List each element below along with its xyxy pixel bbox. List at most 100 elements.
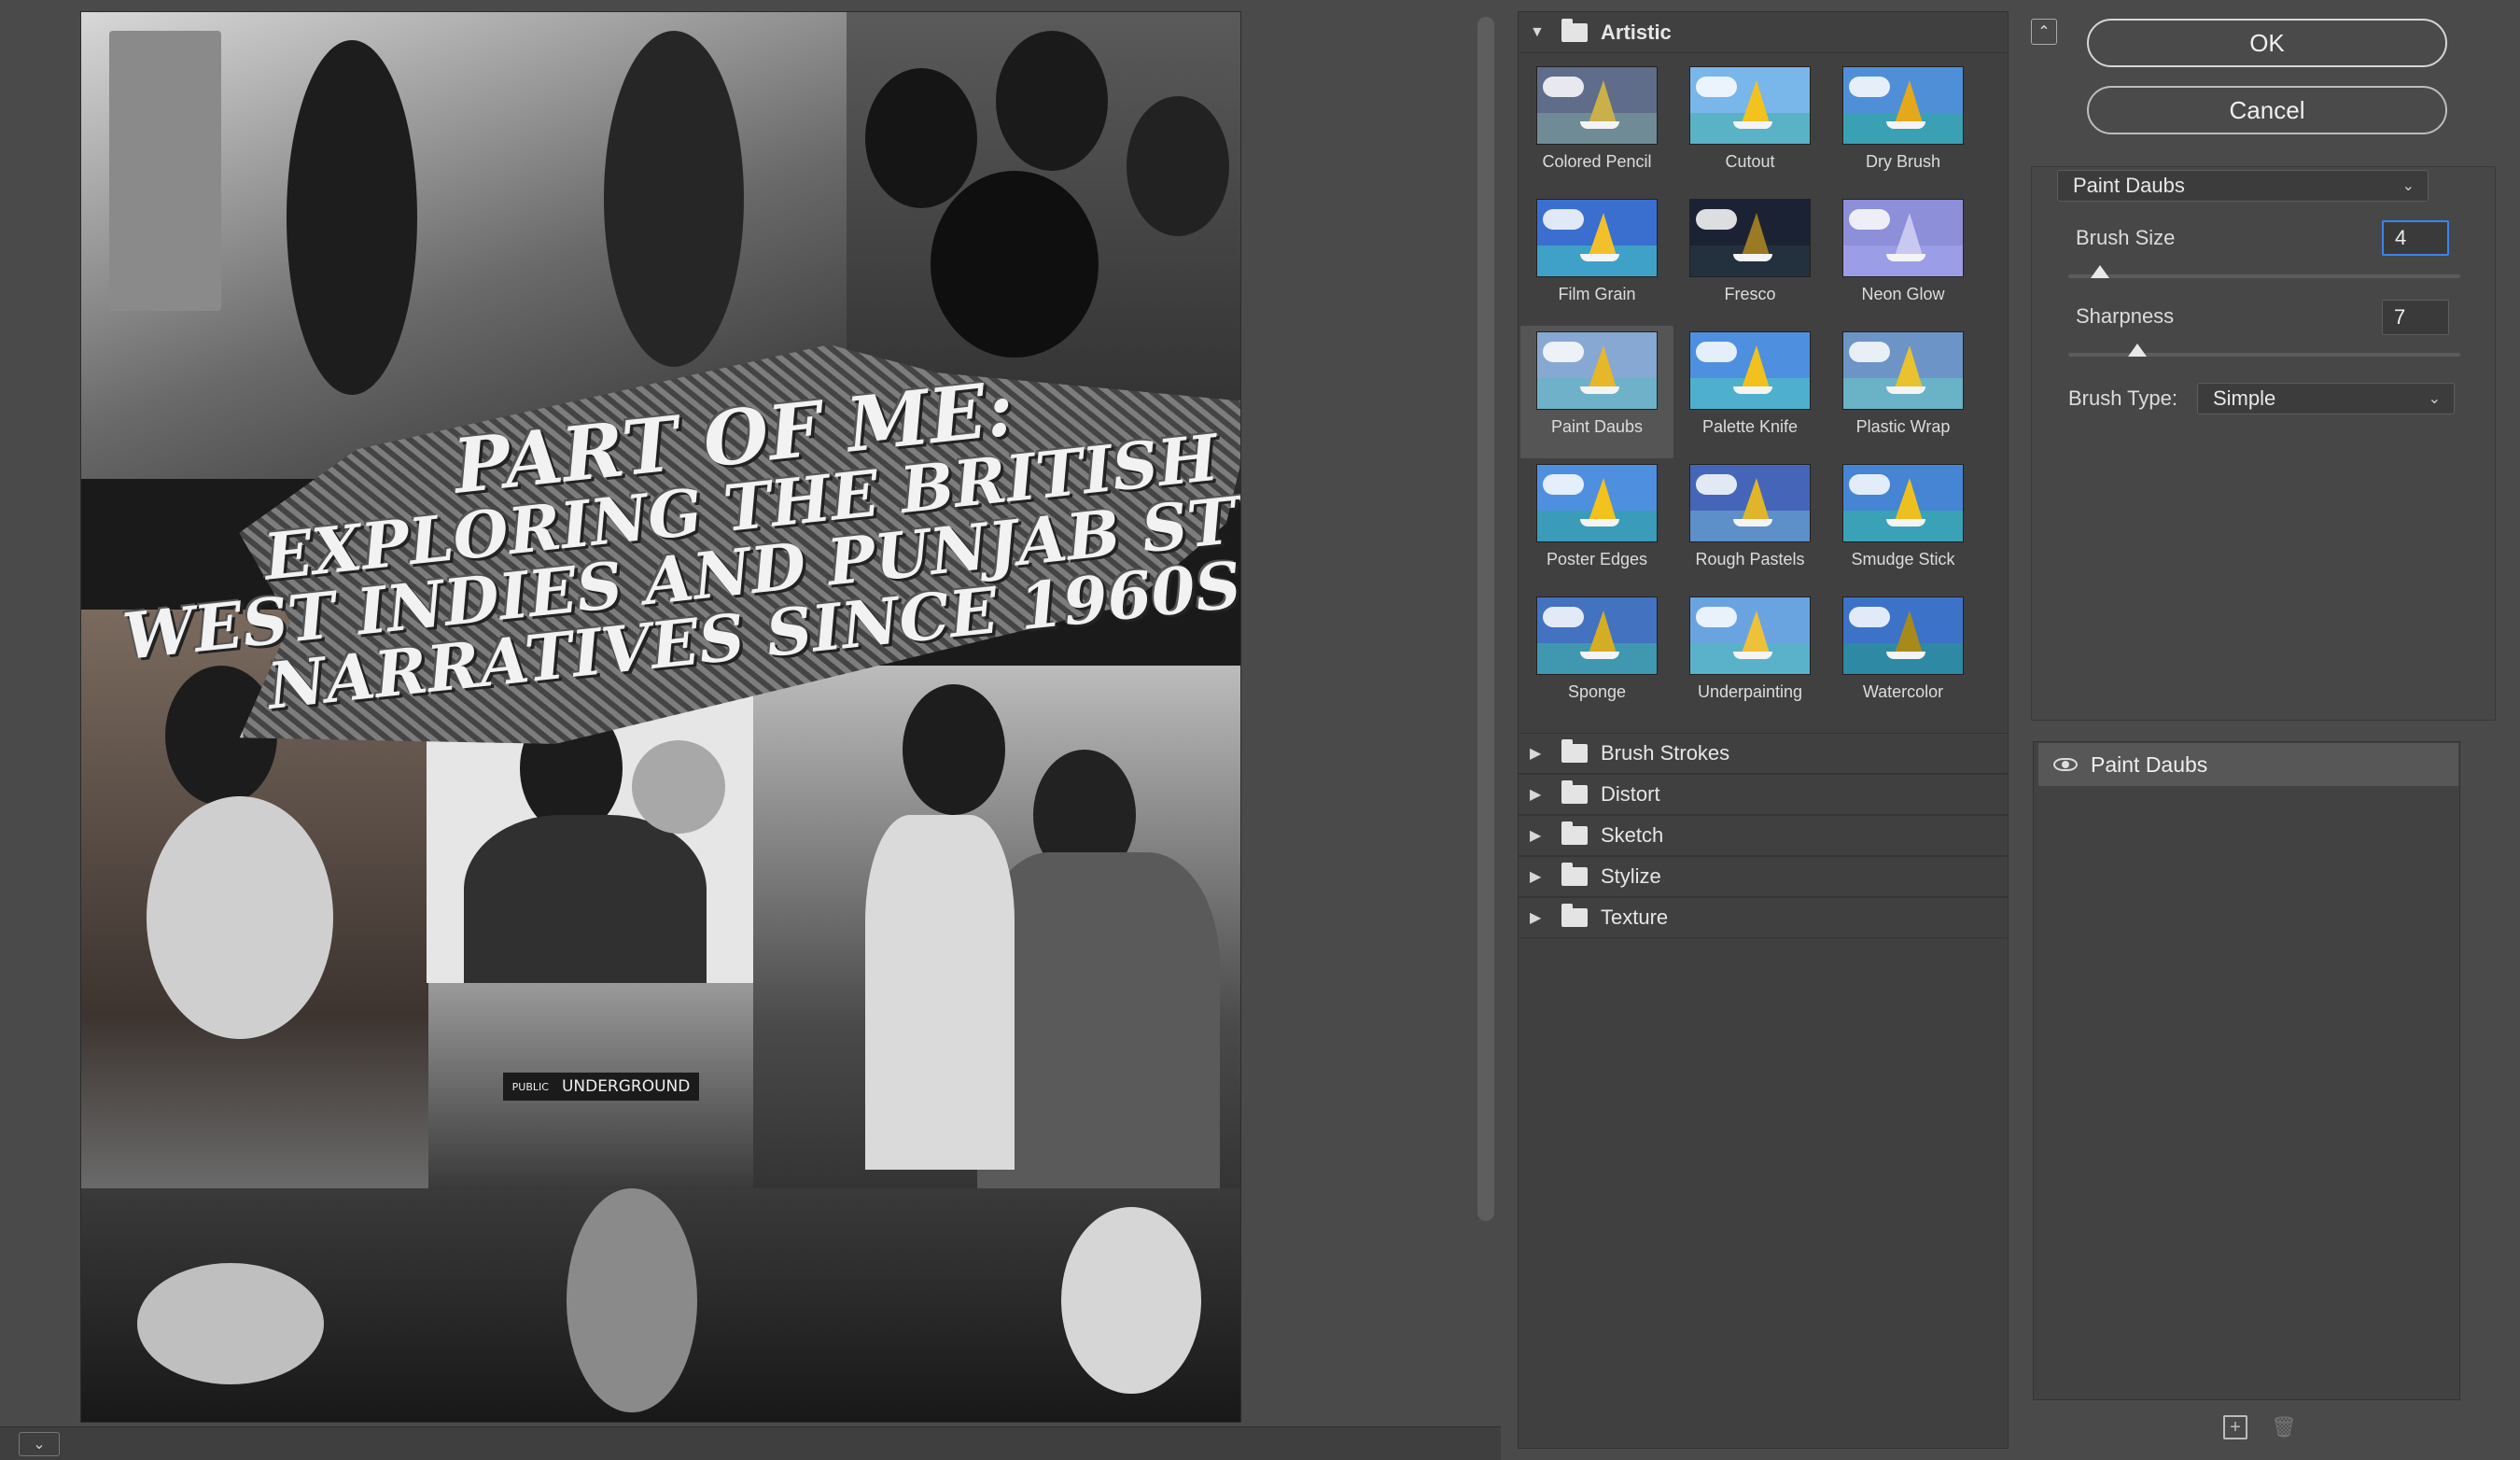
triangle-right-icon: ▶: [1530, 828, 1542, 844]
filter-thumb-neon-glow[interactable]: Neon Glow: [1827, 193, 1980, 326]
filter-gallery: ▼ Artistic Colored Pencil Cutout Dry Brush…: [1518, 11, 2009, 1449]
cancel-button[interactable]: Cancel: [2087, 86, 2447, 134]
filter-preview-image: [1842, 597, 1964, 675]
filter-thumb-colored-pencil[interactable]: Colored Pencil: [1520, 61, 1673, 193]
sharpness-slider-thumb[interactable]: [2127, 344, 2147, 357]
filter-thumb-rough-pastels[interactable]: Rough Pastels: [1673, 458, 1827, 591]
sign-underground: UNDERGROUND: [561, 1077, 691, 1096]
category-label: Stylize: [1601, 864, 1661, 888]
preview-bottom-bar: ⌄: [0, 1426, 1501, 1460]
filter-preview-image: [1536, 199, 1658, 277]
filter-preview-image: [1842, 199, 1964, 277]
brush-type-select[interactable]: Simple ⌄: [2197, 383, 2455, 414]
filter-preview-image: [1536, 597, 1658, 675]
filter-thumb-smudge-stick[interactable]: Smudge Stick: [1827, 458, 1980, 591]
filter-thumb-cutout[interactable]: Cutout: [1673, 61, 1827, 193]
filter-label: Fresco: [1724, 285, 1776, 303]
category-stylize[interactable]: ▶ Stylize: [1519, 856, 2008, 897]
category-label: Distort: [1601, 782, 1660, 806]
category-label: Texture: [1601, 905, 1669, 929]
photo-airport-stairs: [753, 666, 1240, 1263]
filter-thumb-paint-daubs[interactable]: Paint Daubs: [1520, 326, 1673, 458]
effect-layers-panel: [2033, 741, 2460, 1400]
chevron-down-icon: ⌄: [33, 1437, 46, 1453]
category-texture[interactable]: ▶ Texture: [1519, 897, 2008, 938]
filter-preview-image: [1689, 66, 1811, 145]
triangle-right-icon: ▶: [1530, 869, 1542, 885]
effect-layer-row[interactable]: Paint Daubs: [2038, 743, 2458, 786]
filter-label: Plastic Wrap: [1855, 417, 1951, 436]
filter-label: Rough Pastels: [1695, 550, 1805, 569]
filter-label: Colored Pencil: [1542, 152, 1652, 171]
filter-thumb-plastic-wrap[interactable]: Plastic Wrap: [1827, 326, 1980, 458]
filter-thumb-palette-knife[interactable]: Palette Knife: [1673, 326, 1827, 458]
filter-thumb-watercolor[interactable]: Watercolor: [1827, 591, 1980, 723]
filter-preview-image: [1842, 66, 1964, 145]
filter-thumb-fresco[interactable]: Fresco: [1673, 193, 1827, 326]
chevron-up-icon: ⌃: [2037, 24, 2051, 40]
filter-thumb-poster-edges[interactable]: Poster Edges: [1520, 458, 1673, 591]
category-label: Brush Strokes: [1601, 741, 1730, 765]
brush-size-label: Brush Size: [2076, 226, 2176, 249]
brush-type-label: Brush Type:: [2068, 386, 2177, 410]
category-artistic[interactable]: ▼ Artistic: [1519, 12, 2008, 53]
filter-preview-image: [1842, 331, 1964, 410]
category-label: Sketch: [1601, 823, 1664, 847]
triangle-down-icon: ▼: [1530, 23, 1545, 40]
brush-type-value: Simple: [2213, 386, 2276, 410]
filter-thumbnail-grid: Colored Pencil Cutout Dry Brush Film Grain F…: [1519, 53, 2008, 733]
chevron-down-icon: ⌄: [2401, 178, 2415, 194]
preview-canvas[interactable]: PUBLIC UNDERGROUND PART OF ME: EXPLORING…: [80, 11, 1241, 1423]
sign-public: PUBLIC: [511, 1080, 549, 1093]
filter-label: Dry Brush: [1865, 152, 1940, 171]
filter-thumb-underpainting[interactable]: Underpainting: [1673, 591, 1827, 723]
preview-area: PUBLIC UNDERGROUND PART OF ME: EXPLORING…: [0, 0, 1501, 1426]
filter-thumb-film-grain[interactable]: Film Grain: [1520, 193, 1673, 326]
triangle-right-icon: ▶: [1530, 910, 1542, 926]
brush-size-slider-track[interactable]: [2068, 274, 2460, 278]
brush-size-slider-thumb[interactable]: [2090, 265, 2109, 278]
collapse-gallery-button[interactable]: ⌃: [2031, 19, 2057, 45]
photo-underground: PUBLIC UNDERGROUND: [428, 983, 755, 1188]
filter-preview-image: [1536, 331, 1658, 410]
filter-preview-image: [1689, 464, 1811, 542]
triangle-right-icon: ▶: [1530, 746, 1542, 762]
filter-label: Poster Edges: [1546, 550, 1648, 569]
filter-thumb-sponge[interactable]: Sponge: [1520, 591, 1673, 723]
filter-select[interactable]: Paint Daubs ⌄: [2057, 170, 2429, 202]
folder-icon: [1561, 904, 1588, 927]
filter-preview-image: [1689, 199, 1811, 277]
filter-label: Paint Daubs: [1550, 417, 1644, 436]
zoom-dropdown[interactable]: ⌄: [19, 1432, 60, 1456]
folder-icon: [1561, 863, 1588, 886]
ok-button[interactable]: OK: [2087, 19, 2447, 67]
collapsed-categories: ▶ Brush Strokes ▶ Distort ▶ Sketch ▶ Stylize ▶ Te…: [1519, 733, 2008, 938]
folder-icon: [1561, 739, 1588, 763]
folder-icon: [1561, 821, 1588, 845]
filter-label: Smudge Stick: [1851, 550, 1955, 569]
effect-layer-label: Paint Daubs: [2091, 751, 2208, 777]
folder-icon: [1561, 18, 1588, 42]
eye-icon[interactable]: [2053, 758, 2078, 771]
filter-label: Underpainting: [1697, 682, 1803, 701]
category-brush-strokes[interactable]: ▶ Brush Strokes: [1519, 733, 2008, 774]
filter-preview-image: [1842, 464, 1964, 542]
trash-icon[interactable]: 🗑: [2271, 1415, 2297, 1439]
category-distort[interactable]: ▶ Distort: [1519, 774, 2008, 815]
brush-size-input[interactable]: 4: [2382, 220, 2449, 256]
filter-preview-image: [1536, 464, 1658, 542]
category-sketch[interactable]: ▶ Sketch: [1519, 815, 2008, 856]
new-effect-layer-icon[interactable]: +: [2223, 1415, 2247, 1439]
filter-preview-image: [1689, 597, 1811, 675]
preview-scrollbar[interactable]: [1477, 17, 1494, 1221]
filter-label: Watercolor: [1862, 682, 1944, 701]
filter-thumb-dry-brush[interactable]: Dry Brush: [1827, 61, 1980, 193]
filter-label: Film Grain: [1558, 285, 1636, 303]
category-label: Artistic: [1601, 20, 1672, 44]
sharpness-input[interactable]: 7: [2382, 300, 2449, 335]
filter-label: Sponge: [1567, 682, 1627, 701]
filter-label: Cutout: [1725, 152, 1775, 171]
triangle-right-icon: ▶: [1530, 787, 1542, 803]
filter-select-value: Paint Daubs: [2073, 174, 2185, 197]
filter-preview-image: [1536, 66, 1658, 145]
